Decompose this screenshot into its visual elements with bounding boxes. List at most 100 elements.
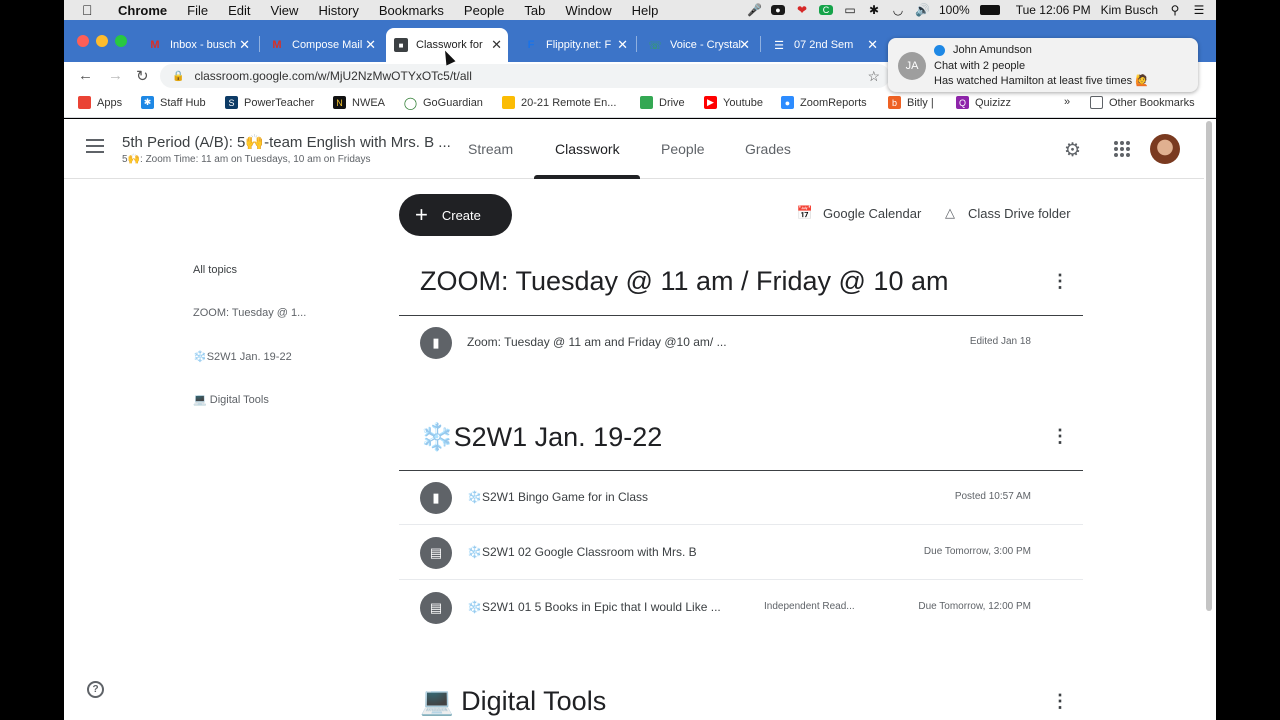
screen:  Chrome File Edit View History Bookmark… [0, 0, 1280, 720]
topic-heading[interactable]: 💻 Digital Tools [420, 685, 606, 717]
close-window-button[interactable] [77, 35, 89, 47]
menu-edit[interactable]: Edit [228, 3, 250, 18]
wifi-icon[interactable]: ◡ [891, 3, 905, 17]
class-drive-folder-link[interactable]: △ Class Drive folder [940, 204, 1071, 222]
apple-menu-icon[interactable]:  [82, 2, 96, 18]
menu-history[interactable]: History [318, 3, 358, 18]
forward-icon[interactable]: → [108, 67, 123, 84]
list-item[interactable]: ▤ ❄️S2W1 02 Google Classroom with Mrs. B… [399, 525, 1083, 580]
list-item[interactable]: ▮ ❄️S2W1 Bingo Game for in Class Posted … [399, 470, 1083, 525]
topic-all[interactable]: All topics [193, 264, 237, 276]
lock-icon[interactable]: 🔒 [172, 71, 184, 82]
menu-tab[interactable]: Tab [524, 3, 545, 18]
item-category: Independent Read... [764, 601, 855, 612]
list-item[interactable]: ▤ ❄️S2W1 01 5 Books in Epic that I would… [399, 580, 1083, 635]
tab-inbox[interactable]: M Inbox - busch ✕ [140, 28, 256, 62]
minimize-window-button[interactable] [96, 35, 108, 47]
microphone-icon[interactable]: 🎤 [747, 3, 762, 17]
spotlight-search-icon[interactable]: ⚲ [1168, 3, 1182, 17]
gear-icon[interactable]: ⚙ [1064, 139, 1081, 162]
bookmarks-overflow-button[interactable]: » [1064, 96, 1070, 108]
bookmark-powerteacher[interactable]: S PowerTeacher [225, 96, 314, 109]
battery-icon[interactable] [979, 5, 1000, 15]
menu-file[interactable]: File [187, 3, 208, 18]
tab-classwork[interactable]: Classwork [555, 141, 620, 157]
create-button[interactable]: + Create [399, 194, 512, 236]
more-vert-icon[interactable]: ⋮ [1051, 271, 1069, 292]
bookmark-zoomreports[interactable]: ● ZoomReports [781, 96, 867, 109]
url-text[interactable]: classroom.google.com/w/MjU2NzMwOTYxOTc5/… [194, 69, 471, 83]
macos-menu-bar:  Chrome File Edit View History Bookmark… [64, 0, 1216, 20]
chat-icon [934, 44, 945, 56]
back-icon[interactable]: ← [78, 67, 93, 84]
chat-notification[interactable]: JA John Amundson Chat with 2 people Has … [888, 38, 1198, 92]
tab-compose[interactable]: M Compose Mail ✕ [262, 28, 382, 62]
tab-docs[interactable]: ☰ 07 2nd Sem ✕ [764, 28, 884, 62]
youtube-icon: ▶ [704, 96, 717, 109]
help-icon[interactable]: ? [87, 681, 104, 698]
bookmark-apps[interactable]: Apps [78, 96, 122, 109]
menu-bookmarks[interactable]: Bookmarks [379, 3, 444, 18]
close-tab-icon[interactable]: ✕ [867, 37, 878, 53]
bitly-icon: b [888, 96, 901, 109]
more-vert-icon[interactable]: ⋮ [1051, 426, 1069, 447]
main-menu-icon[interactable] [86, 139, 104, 157]
avatar[interactable] [1150, 134, 1180, 164]
bookmark-star-icon[interactable]: ☆ [867, 68, 880, 85]
drive-icon: △ [945, 205, 955, 220]
topic-heading[interactable]: ZOOM: Tuesday @ 11 am / Friday @ 10 am [420, 266, 948, 297]
google-calendar-link[interactable]: 📅 Google Calendar [795, 204, 921, 222]
topic-heading[interactable]: ❄️S2W1 Jan. 19-22 [420, 421, 662, 453]
bookmark-nwea[interactable]: N NWEA [333, 96, 385, 109]
staff-hub-icon: ✱ [141, 96, 154, 109]
topic-zoom[interactable]: ZOOM: Tuesday @ 1... [193, 307, 306, 319]
more-vert-icon[interactable]: ⋮ [1051, 691, 1069, 712]
grammarly-tray-icon[interactable]: C [819, 5, 833, 15]
topic-digital-tools[interactable]: 💻 Digital Tools [193, 393, 269, 406]
volume-icon[interactable]: 🔊 [915, 3, 930, 17]
apps-grid-icon [78, 96, 91, 109]
bookmark-drive[interactable]: Drive [640, 96, 685, 109]
bookmark-bitly[interactable]: b Bitly | [888, 96, 934, 109]
bookmark-youtube[interactable]: ▶ Youtube [704, 96, 763, 109]
class-subtitle: 5🙌: Zoom Time: 11 am on Tuesdays, 10 am … [122, 154, 371, 165]
clock[interactable]: Tue 12:06 PM [1016, 3, 1091, 17]
control-center-icon[interactable]: ☰ [1192, 3, 1206, 17]
page-scrollbar[interactable] [1206, 121, 1212, 611]
close-tab-icon[interactable]: ✕ [617, 37, 628, 53]
user-name[interactable]: Kim Busch [1101, 3, 1158, 17]
topic-s2w1[interactable]: ❄️S2W1 Jan. 19-22 [193, 350, 292, 363]
active-tab-indicator [534, 175, 640, 179]
powerteacher-icon: S [225, 96, 238, 109]
bluetooth-icon[interactable]: ✱ [867, 3, 881, 17]
zoom-window-button[interactable] [115, 35, 127, 47]
address-bar[interactable]: 🔒 classroom.google.com/w/MjU2NzMwOTYxOTc… [160, 64, 890, 88]
heart-tray-icon[interactable]: ❤ [795, 3, 809, 17]
menu-window[interactable]: Window [565, 3, 611, 18]
menu-help[interactable]: Help [632, 3, 659, 18]
menu-app-name[interactable]: Chrome [118, 3, 167, 18]
list-item[interactable]: ▮ Zoom: Tuesday @ 11 am and Friday @10 a… [399, 315, 1083, 370]
bookmark-remote-enrollment[interactable]: 20-21 Remote En... [502, 96, 616, 109]
menu-people[interactable]: People [464, 3, 504, 18]
class-name[interactable]: 5th Period (A/B): 5🙌-team English with M… [122, 133, 451, 151]
other-bookmarks[interactable]: Other Bookmarks [1090, 96, 1195, 109]
tab-voice[interactable]: ☏ Voice - Crystal ✕ [640, 28, 756, 62]
close-tab-icon[interactable]: ✕ [739, 37, 750, 53]
tab-flippity[interactable]: F Flippity.net: F ✕ [516, 28, 634, 62]
tab-grades[interactable]: Grades [745, 141, 791, 157]
airplay-icon[interactable]: ▭ [843, 3, 857, 17]
tab-people[interactable]: People [661, 141, 705, 157]
bookmark-quizizz[interactable]: Q Quizizz [956, 96, 1011, 109]
menu-view[interactable]: View [270, 3, 298, 18]
close-tab-icon[interactable]: ✕ [365, 37, 376, 53]
zoom-tray-icon[interactable]: ● [771, 5, 785, 15]
tab-stream[interactable]: Stream [468, 141, 513, 157]
bookmark-goguardian[interactable]: ◯ GoGuardian [404, 96, 483, 110]
close-tab-icon[interactable]: ✕ [491, 37, 502, 53]
close-tab-icon[interactable]: ✕ [239, 37, 250, 53]
google-apps-icon[interactable] [1114, 141, 1130, 157]
reload-icon[interactable]: ↻ [136, 67, 149, 85]
bookmark-staff-hub[interactable]: ✱ Staff Hub [141, 96, 206, 109]
plus-icon: + [415, 202, 428, 227]
